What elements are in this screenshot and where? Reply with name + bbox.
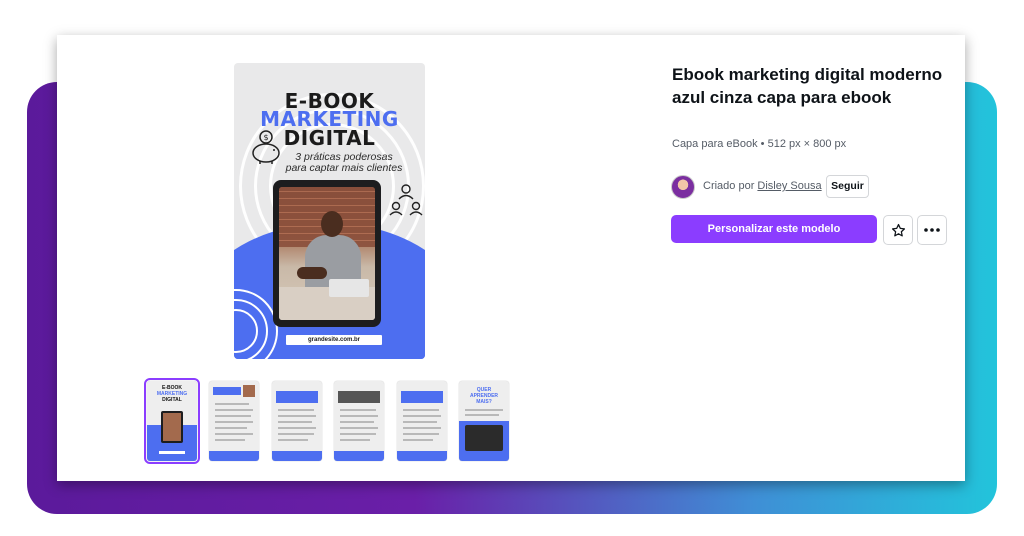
thumbnail-page-1[interactable]: E-BOOK MARKETING DIGITAL xyxy=(144,378,200,464)
creator-line: Criado por Disley Sousa xyxy=(703,180,822,192)
thumbnail-page-5[interactable] xyxy=(397,381,447,461)
favorite-button[interactable] xyxy=(883,215,913,245)
svg-text:$: $ xyxy=(264,133,269,142)
author-link[interactable]: Disley Sousa xyxy=(757,180,821,192)
template-title: Ebook marketing digital moderno azul cin… xyxy=(672,65,943,107)
avatar[interactable] xyxy=(671,175,695,199)
thumbnail-page-2[interactable] xyxy=(209,381,259,461)
thumbnail-page-4[interactable] xyxy=(334,381,384,461)
more-options-button[interactable] xyxy=(917,215,947,245)
customize-template-button[interactable]: Personalizar este modelo xyxy=(671,215,877,243)
thumbnail-page-3[interactable] xyxy=(272,381,322,461)
more-icon xyxy=(924,228,940,232)
cover-url: grandesite.com.br xyxy=(286,335,382,345)
cover-subtitle-line2: para captar mais clientes xyxy=(285,162,403,174)
thumbnail-page-6[interactable]: QUER APRENDER MAIS? xyxy=(459,381,509,461)
template-meta: Capa para eBook • 512 px × 800 px xyxy=(672,138,847,150)
created-by-label: Criado por xyxy=(703,180,755,192)
template-card: E-BOOK MARKETING DIGITAL 3 práticas pode… xyxy=(57,35,965,481)
tablet-photo xyxy=(273,180,381,327)
people-network-icon xyxy=(389,184,423,216)
cover-preview[interactable]: E-BOOK MARKETING DIGITAL 3 práticas pode… xyxy=(234,63,425,359)
star-icon xyxy=(891,223,905,236)
follow-button[interactable]: Seguir xyxy=(826,175,869,198)
piggy-bank-icon: $ xyxy=(252,130,280,164)
